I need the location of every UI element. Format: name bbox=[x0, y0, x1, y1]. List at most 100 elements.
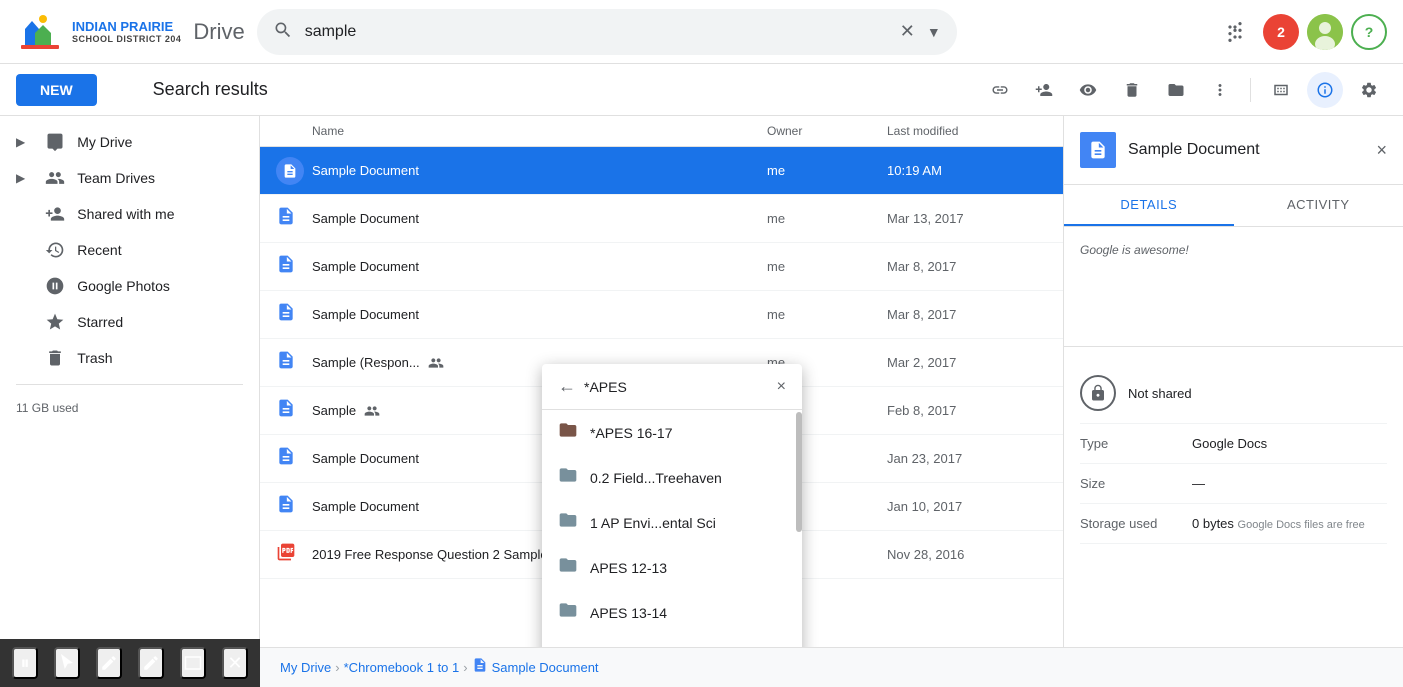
file-name-3: Sample Document bbox=[312, 307, 767, 322]
storage-value: 0 bytes Google Docs files are free bbox=[1192, 516, 1387, 531]
file-icon-pdf bbox=[276, 542, 312, 568]
starred-label: Starred bbox=[77, 314, 123, 330]
breadcrumb-sep-2: › bbox=[463, 660, 467, 675]
logo-drive: Drive bbox=[193, 19, 244, 45]
popup-back-button[interactable]: ← bbox=[558, 376, 576, 397]
folder-popup: ← *APES × *APES 16-17 0.2 Field...Treeha… bbox=[542, 364, 802, 687]
divider bbox=[1250, 78, 1251, 102]
move-to-button[interactable] bbox=[1158, 72, 1194, 108]
size-value: — bbox=[1192, 476, 1387, 491]
folder-item-apes-16-17[interactable]: *APES 16-17 bbox=[542, 410, 802, 455]
details-close-button[interactable]: × bbox=[1376, 140, 1387, 161]
folder-label-1: 0.2 Field...Treehaven bbox=[590, 470, 722, 486]
view-toggle-button[interactable] bbox=[1263, 72, 1299, 108]
file-icon-7 bbox=[276, 494, 312, 520]
sidebar-item-trash[interactable]: ▶ Trash bbox=[0, 340, 243, 376]
toolbar-rectangle-button[interactable] bbox=[180, 647, 206, 679]
my-drive-expand-icon: ▶ bbox=[16, 135, 25, 149]
notifications-area[interactable]: 2 bbox=[1263, 14, 1299, 50]
folder-label-2: 1 AP Envi...ental Sci bbox=[590, 515, 716, 531]
help-button[interactable]: ? bbox=[1351, 14, 1387, 50]
details-button[interactable] bbox=[1307, 72, 1343, 108]
user-avatar[interactable] bbox=[1307, 14, 1343, 50]
folder-label-3: APES 12-13 bbox=[590, 560, 667, 576]
search-icon bbox=[273, 20, 293, 43]
team-drives-expand-icon: ▶ bbox=[16, 171, 25, 185]
file-icon-4 bbox=[276, 350, 312, 376]
breadcrumb-my-drive[interactable]: My Drive bbox=[280, 660, 331, 675]
help-icon: ? bbox=[1365, 24, 1374, 40]
col-name-header: Name bbox=[312, 124, 767, 138]
settings-button[interactable] bbox=[1351, 72, 1387, 108]
notifications-button[interactable]: 2 bbox=[1263, 14, 1299, 50]
tab-details[interactable]: DETAILS bbox=[1064, 185, 1234, 226]
file-modified-2: Mar 8, 2017 bbox=[887, 259, 1047, 274]
details-preview: Google is awesome! bbox=[1064, 227, 1403, 347]
recent-label: Recent bbox=[77, 242, 121, 258]
type-label: Type bbox=[1080, 436, 1180, 451]
file-row-sample-document[interactable]: Sample Document me 10:19 AM bbox=[260, 147, 1063, 195]
toolbar-highlighter-button[interactable] bbox=[138, 647, 164, 679]
toolbar-cursor-button[interactable] bbox=[54, 647, 80, 679]
search-input[interactable] bbox=[305, 23, 888, 41]
file-list-header: Name Owner Last modified bbox=[260, 116, 1063, 147]
toolbar-pen-button[interactable] bbox=[96, 647, 122, 679]
file-row-1[interactable]: Sample Document me Mar 13, 2017 bbox=[260, 195, 1063, 243]
detail-row-storage: Storage used 0 bytes Google Docs files a… bbox=[1080, 504, 1387, 544]
file-row-2[interactable]: Sample Document me Mar 8, 2017 bbox=[260, 243, 1063, 291]
popup-close-button[interactable]: × bbox=[777, 378, 786, 396]
logo-area: INDIAN PRAIRIE SCHOOL DISTRICT 204 Drive bbox=[16, 8, 245, 56]
search-dropdown-icon[interactable]: ▼ bbox=[927, 24, 941, 40]
folder-label-0: *APES 16-17 bbox=[590, 425, 673, 441]
sidebar-item-team-drives[interactable]: ▶ Team Drives bbox=[0, 160, 243, 196]
file-modified-3: Mar 8, 2017 bbox=[887, 307, 1047, 322]
file-icon-doc bbox=[276, 157, 312, 185]
file-row-3[interactable]: Sample Document me Mar 8, 2017 bbox=[260, 291, 1063, 339]
delete-button[interactable] bbox=[1114, 72, 1150, 108]
folder-popup-header: ← *APES × bbox=[542, 364, 802, 410]
file-name-2: Sample Document bbox=[312, 259, 767, 274]
file-modified-0: 10:19 AM bbox=[887, 163, 1047, 178]
sidebar-item-google-photos[interactable]: ▶ Google Photos bbox=[0, 268, 243, 304]
details-tabs: DETAILS ACTIVITY bbox=[1064, 185, 1403, 227]
file-modified-4: Mar 2, 2017 bbox=[887, 355, 1047, 370]
get-link-button[interactable] bbox=[982, 72, 1018, 108]
detail-row-size: Size — bbox=[1080, 464, 1387, 504]
sidebar-item-shared-with-me[interactable]: ▶ Shared with me bbox=[0, 196, 243, 232]
toolbar-pause-button[interactable]: ⏸ bbox=[12, 647, 38, 679]
toolbar-close-button[interactable]: ✕ bbox=[222, 647, 248, 679]
sub-header-actions bbox=[982, 72, 1387, 108]
folder-item-apes-12-13[interactable]: APES 12-13 bbox=[542, 545, 802, 590]
tab-activity[interactable]: ACTIVITY bbox=[1234, 185, 1403, 226]
breadcrumb-sample-doc[interactable]: Sample Document bbox=[492, 660, 599, 675]
details-content: Not shared Type Google Docs Size — Stora… bbox=[1064, 347, 1403, 687]
details-panel: Sample Document × DETAILS ACTIVITY Googl… bbox=[1063, 116, 1403, 687]
breadcrumb-sep-1: › bbox=[335, 660, 339, 675]
grid-apps-button[interactable] bbox=[1215, 12, 1255, 52]
file-icon-5 bbox=[276, 398, 312, 424]
logo-image bbox=[16, 8, 64, 56]
folder-item-apes-13-14[interactable]: APES 13-14 bbox=[542, 590, 802, 635]
sidebar-item-recent[interactable]: ▶ Recent bbox=[0, 232, 243, 268]
sidebar-item-my-drive[interactable]: ▶ My Drive bbox=[0, 124, 243, 160]
popup-scrollbar[interactable] bbox=[796, 412, 802, 532]
preview-button[interactable] bbox=[1070, 72, 1106, 108]
trash-icon bbox=[45, 348, 65, 368]
logo-name: INDIAN PRAIRIE bbox=[72, 19, 181, 35]
google-photos-label: Google Photos bbox=[77, 278, 170, 294]
folder-item-ap-envi[interactable]: 1 AP Envi...ental Sci bbox=[542, 500, 802, 545]
search-clear-icon[interactable]: ✕ bbox=[900, 21, 915, 42]
shared-icon-5 bbox=[364, 403, 380, 419]
folder-gray-icon-1 bbox=[558, 465, 578, 490]
folder-item-field-treehaven[interactable]: 0.2 Field...Treehaven bbox=[542, 455, 802, 500]
file-owner-0: me bbox=[767, 163, 887, 178]
new-button[interactable]: NEW bbox=[16, 74, 97, 106]
more-actions-button[interactable] bbox=[1202, 72, 1238, 108]
share-button[interactable] bbox=[1026, 72, 1062, 108]
file-icon-3 bbox=[276, 302, 312, 328]
file-icon-6 bbox=[276, 446, 312, 472]
details-doc-icon bbox=[1080, 132, 1116, 168]
detail-row-type: Type Google Docs bbox=[1080, 424, 1387, 464]
sidebar-item-starred[interactable]: ▶ Starred bbox=[0, 304, 243, 340]
breadcrumb-chromebook[interactable]: *Chromebook 1 to 1 bbox=[344, 660, 460, 675]
